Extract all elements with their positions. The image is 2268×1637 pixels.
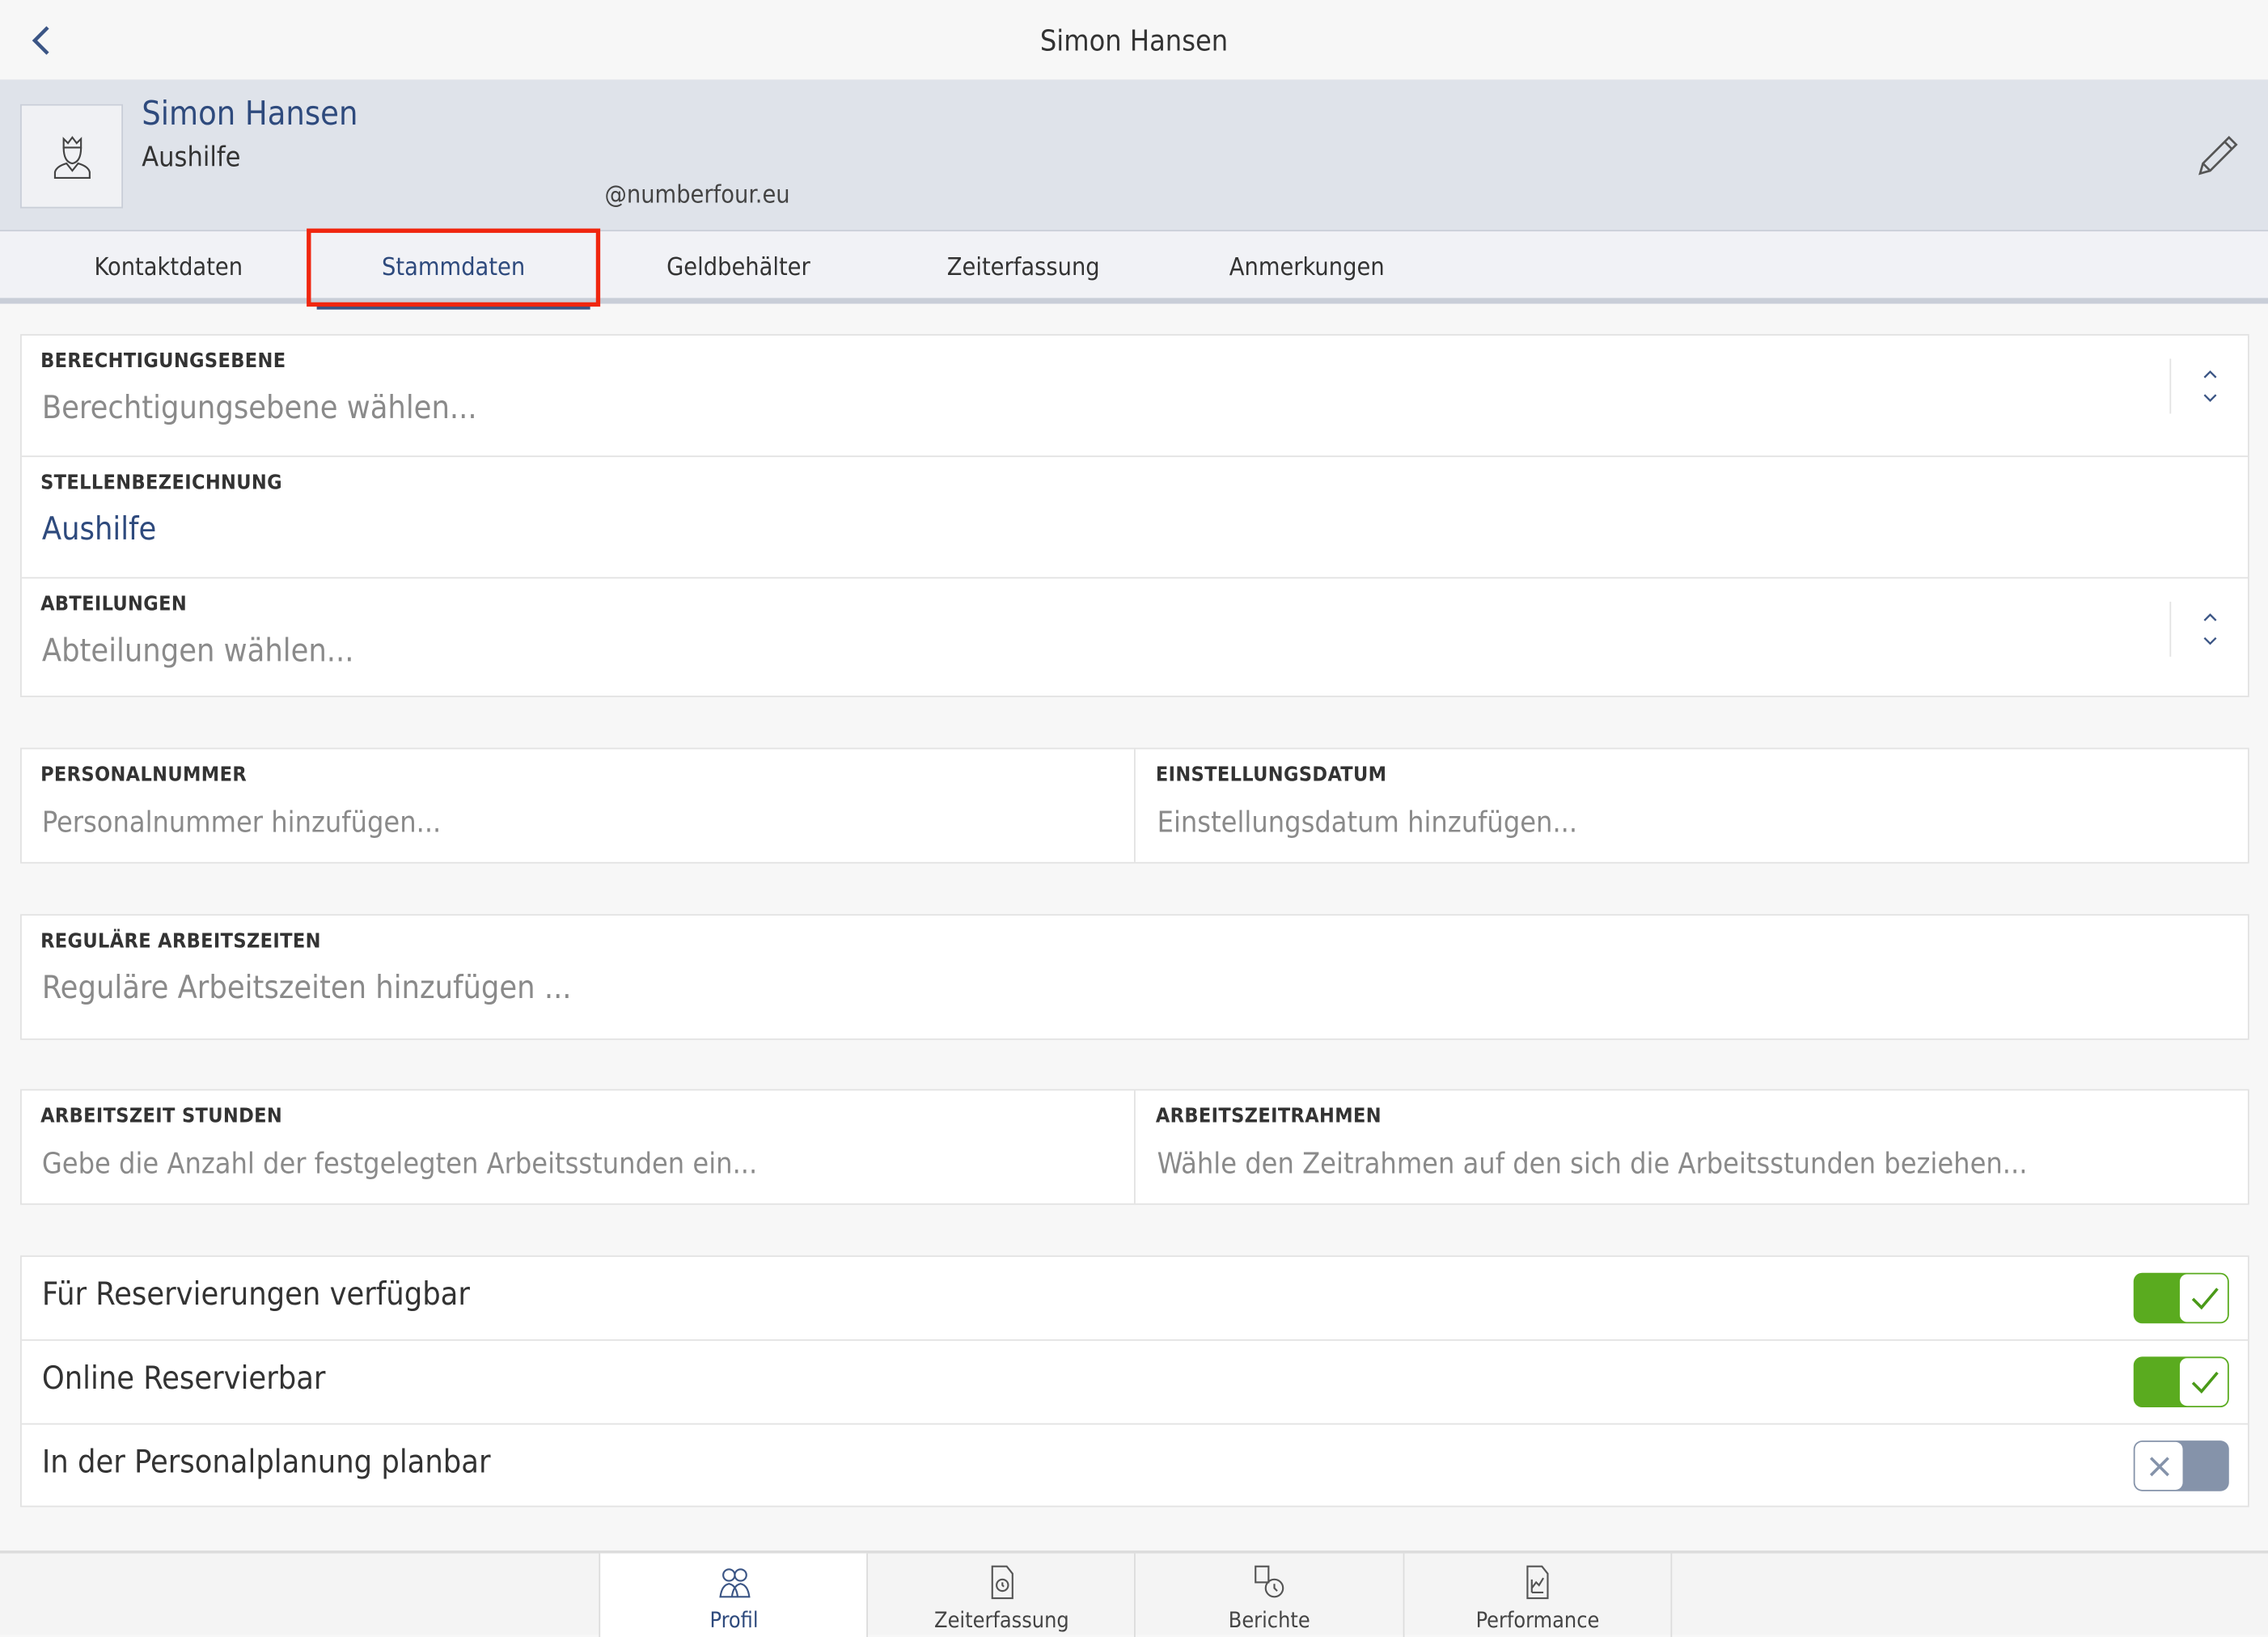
field-label: ABTEILUNGEN (40, 593, 188, 616)
nav-profil[interactable]: Profil (599, 1553, 868, 1637)
field-label: ARBEITSZEITRAHMEN (1155, 1105, 1382, 1128)
toggle-row: Online Reservierbar (21, 1341, 2249, 1425)
toggle-row: Für Reservierungen verfügbar (21, 1257, 2249, 1341)
section-tabs: Kontaktdaten Stammdaten Geldbehälter Zei… (0, 231, 2268, 310)
tab-zeiterfassung[interactable]: Zeiterfassung (881, 231, 1166, 303)
tab-stammdaten[interactable]: Stammdaten (311, 231, 595, 310)
check-icon (2179, 1358, 2228, 1406)
check-icon (2179, 1274, 2228, 1322)
toggle-row: In der Personalplanung planbar (22, 1424, 2248, 1508)
x-icon (2135, 1441, 2183, 1490)
card-role: BERECHTIGUNGSEBENE Berechtigungsebene wä… (20, 334, 2249, 697)
field-label: EINSTELLUNGSDATUM (1155, 764, 1387, 787)
einstellungsdatum-field[interactable]: EINSTELLUNGSDATUM Einstellungsdatum hinz… (1137, 749, 2251, 861)
stellenbezeichnung-field[interactable]: STELLENBEZEICHNUNG Aushilfe (21, 457, 2249, 579)
field-placeholder: Reguläre Arbeitszeiten hinzufügen ... (41, 970, 572, 1007)
tab-kontaktdaten[interactable]: Kontaktdaten (26, 231, 311, 303)
edit-pencil-icon[interactable] (2193, 132, 2242, 181)
field-placeholder: Wähle den Zeitrahmen auf den sich die Ar… (1157, 1145, 2028, 1181)
profile-role: Aushilfe (142, 142, 241, 174)
updown-chevron-icon[interactable] (2169, 358, 2248, 414)
berechtigungsebene-field[interactable]: BERECHTIGUNGSEBENE Berechtigungsebene wä… (21, 336, 2249, 458)
arbeitszeitrahmen-field[interactable]: ARBEITSZEITRAHMEN Wähle den Zeitrahmen a… (1137, 1090, 2251, 1203)
arbeitszeiten-field[interactable]: REGULÄRE ARBEITSZEITEN Reguläre Arbeitsz… (20, 914, 2249, 1040)
updown-chevron-icon[interactable] (2169, 601, 2248, 657)
chart-document-icon (1404, 1565, 1670, 1600)
toggle-label: Online Reservierbar (41, 1360, 326, 1398)
app-root: Simon Hansen Simon Hansen Aushilfe @numb… (0, 0, 2268, 1637)
toggle-label: In der Personalplanung planbar (41, 1445, 491, 1482)
nav-label: Zeiterfassung (934, 1606, 1069, 1633)
online-reservierbar-toggle[interactable] (2133, 1356, 2229, 1408)
avatar (20, 104, 124, 209)
bottom-nav: Profil Zeiterfassung Berichte Performanc… (0, 1550, 2268, 1637)
top-bar: Simon Hansen (0, 0, 2268, 80)
field-placeholder: Abteilungen wählen... (41, 633, 354, 670)
page-title: Simon Hansen (1039, 23, 1229, 58)
nav-performance[interactable]: Performance (1403, 1553, 1673, 1637)
profile-name: Simon Hansen (142, 95, 358, 133)
field-placeholder: Gebe die Anzahl der festgelegten Arbeits… (41, 1145, 758, 1181)
abteilungen-field[interactable]: ABTEILUNGEN Abteilungen wählen... (22, 578, 2248, 696)
time-document-icon (868, 1565, 1136, 1600)
card-personal: PERSONALNUMMER Personalnummer hinzufügen… (20, 747, 2251, 864)
nav-zeiterfassung[interactable]: Zeiterfassung (866, 1553, 1136, 1637)
field-label: ARBEITSZEIT STUNDEN (40, 1105, 283, 1128)
personalplanung-toggle[interactable] (2133, 1440, 2229, 1491)
field-placeholder: Einstellungsdatum hinzufügen... (1157, 804, 1578, 840)
toggle-label: Für Reservierungen verfügbar (41, 1277, 470, 1313)
field-label: STELLENBEZEICHNUNG (40, 471, 282, 495)
reservierungen-toggle[interactable] (2133, 1272, 2229, 1324)
arbeitszeit-stunden-field[interactable]: ARBEITSZEIT STUNDEN Gebe die Anzahl der … (22, 1090, 1136, 1203)
nav-label: Profil (709, 1606, 759, 1633)
people-icon (600, 1565, 868, 1600)
tab-geldbehaelter[interactable]: Geldbehälter (596, 231, 881, 303)
tab-anmerkungen[interactable]: Anmerkungen (1165, 231, 1449, 303)
nav-label: Berichte (1228, 1606, 1310, 1633)
field-placeholder: Berechtigungsebene wählen... (41, 390, 477, 427)
field-label: PERSONALNUMMER (40, 764, 248, 787)
card-toggles: Für Reservierungen verfügbar Online Rese… (20, 1255, 2249, 1508)
user-crown-icon (53, 136, 91, 180)
reports-clock-icon (1136, 1565, 1403, 1600)
personalnummer-field[interactable]: PERSONALNUMMER Personalnummer hinzufügen… (22, 749, 1136, 862)
nav-berichte[interactable]: Berichte (1134, 1553, 1403, 1637)
nav-label: Performance (1475, 1606, 1600, 1633)
field-label: BERECHTIGUNGSEBENE (40, 349, 286, 374)
card-arbeitszeit: ARBEITSZEIT STUNDEN Gebe die Anzahl der … (20, 1089, 2249, 1205)
profile-header: Simon Hansen Aushilfe @numberfour.eu (0, 79, 2268, 232)
field-label: REGULÄRE ARBEITSZEITEN (40, 929, 321, 954)
field-placeholder: Personalnummer hinzufügen... (41, 804, 442, 840)
field-value: Aushilfe (41, 512, 157, 548)
profile-email: @numberfour.eu (604, 180, 790, 210)
